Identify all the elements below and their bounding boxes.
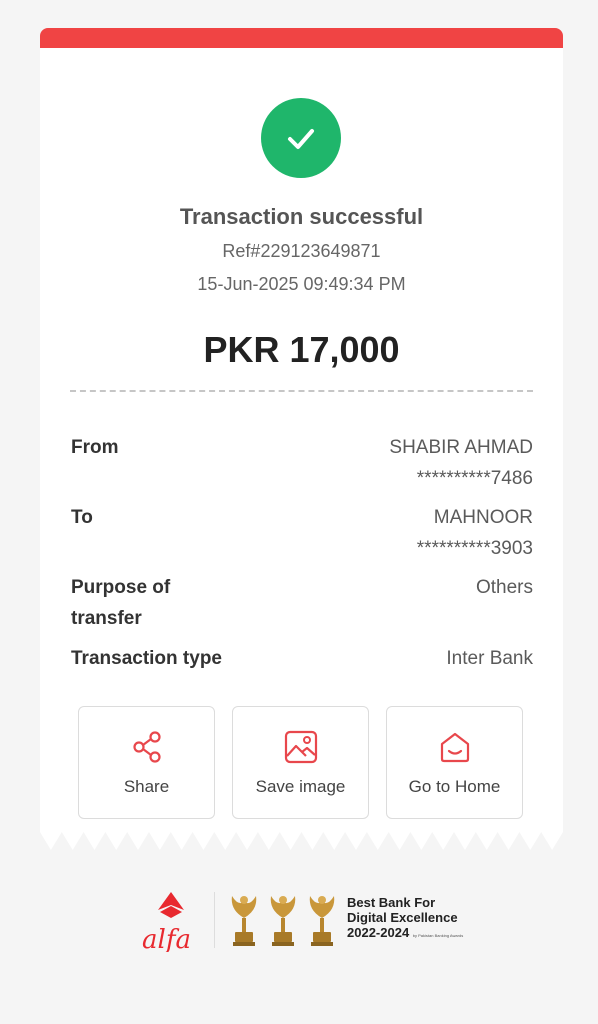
purpose-label-line1: Purpose of	[71, 577, 171, 598]
share-button[interactable]: Share	[78, 706, 215, 819]
share-icon	[132, 731, 161, 763]
transaction-amount: PKR 17,000	[203, 329, 400, 370]
home-icon	[440, 732, 469, 763]
to-label: To	[71, 507, 93, 528]
alfa-logo-icon: alfa	[142, 892, 191, 952]
award-line1: Best Bank For	[347, 895, 436, 910]
receipt-card: Transaction successful Ref#229123649871 …	[40, 28, 563, 850]
purpose-label-line2: transfer	[71, 608, 142, 629]
purpose-value: Others	[475, 577, 533, 598]
from-label: From	[71, 437, 119, 458]
success-check-icon	[261, 98, 341, 178]
dashed-divider	[70, 390, 533, 392]
award-line2: Digital Excellence	[347, 910, 458, 925]
transaction-reference: Ref#229123649871	[222, 241, 381, 261]
footer-separator	[214, 892, 215, 948]
receipt-body: Transaction successful Ref#229123649871 …	[40, 48, 563, 830]
share-button-label: Share	[123, 777, 170, 796]
transaction-type-value: Inter Bank	[446, 648, 533, 669]
trophy-icon	[270, 896, 296, 946]
save-image-button[interactable]: Save image	[232, 706, 369, 819]
from-account: **********7486	[416, 468, 533, 489]
trophy-icon	[231, 896, 257, 946]
trophy-icon	[309, 896, 335, 946]
award-years: 2022-2024	[347, 925, 410, 940]
award-text: Best Bank For Digital Excellence 2022-20…	[347, 895, 477, 943]
transaction-status-title: Transaction successful	[179, 204, 424, 229]
alfa-logo-text: alfa	[142, 925, 191, 952]
transaction-datetime: 15-Jun-2025 09:49:34 PM	[197, 274, 406, 294]
receipt-zigzag-edge	[40, 828, 563, 850]
award-note: by Pakistan Banking Awards	[412, 933, 464, 938]
award-line3: 2022-2024 by Pakistan Banking Awards	[347, 925, 477, 943]
transaction-type-label: Transaction type	[71, 648, 222, 669]
go-to-home-button-label: Go to Home	[408, 777, 501, 796]
receipt-top-bar	[40, 28, 563, 48]
save-image-button-label: Save image	[255, 777, 346, 796]
from-name: SHABIR AHMAD	[389, 437, 533, 458]
image-icon	[284, 730, 317, 764]
to-account: **********3903	[416, 538, 533, 559]
go-to-home-button[interactable]: Go to Home	[386, 706, 523, 819]
to-name: MAHNOOR	[433, 507, 533, 528]
footer-branding: alfa Best Bank For Digital Excellence 20…	[138, 886, 468, 952]
